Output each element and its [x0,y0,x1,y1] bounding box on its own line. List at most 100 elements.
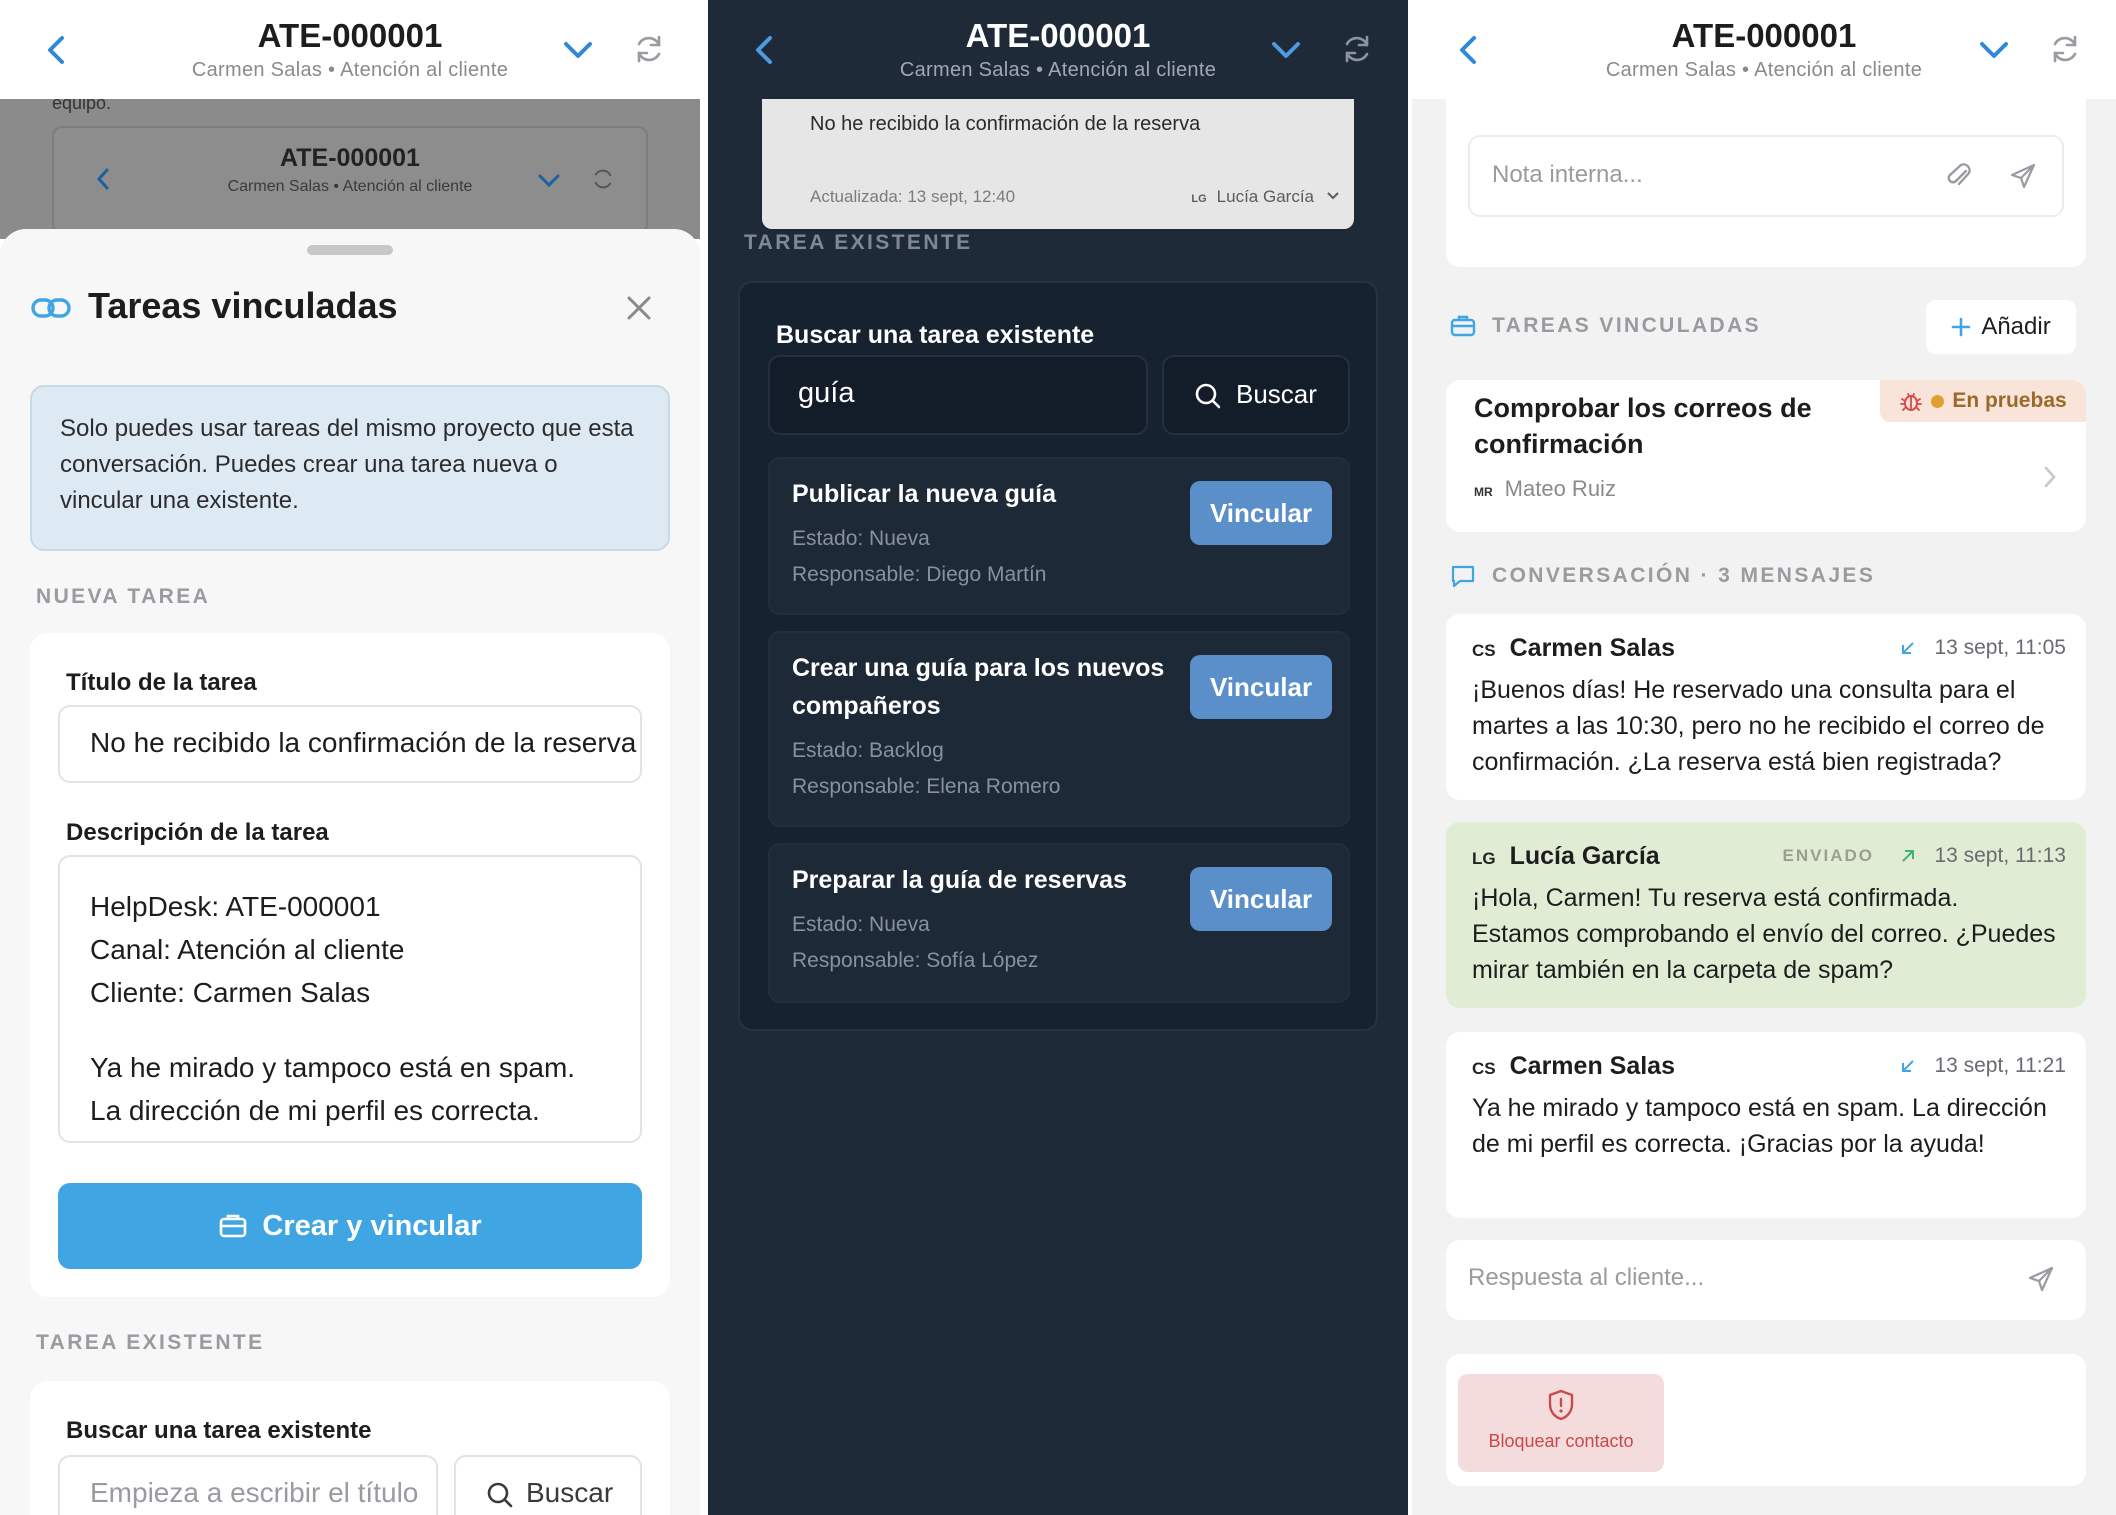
message-author: CS Carmen Salas [1472,1052,1675,1081]
sheet-title: Tareas vinculadas [88,285,398,326]
chevron-down-icon [538,174,560,188]
task-title-input[interactable]: No he recibido la confirmación de la res… [58,705,642,783]
result-owner: Responsable: Diego Martín [792,563,1047,586]
refresh-icon[interactable] [1340,32,1374,66]
ticket-header: ATE-000001 Carmen Salas • Atención al cl… [708,0,1408,99]
bug-icon [1900,393,1923,411]
task-description-textarea[interactable]: HelpDesk: ATE-000001 Canal: Atención al c… [58,855,642,1143]
search-result-item: Publicar la nueva guía Estado: Nueva Res… [768,457,1350,615]
paperclip-icon[interactable] [1946,161,1974,191]
new-task-section-title: NUEVA TAREA [36,585,211,608]
message-time-label: 13 sept, 11:21 [1934,1054,2066,1077]
author-initials: CS [1472,641,1496,660]
arrow-outgoing-icon [1902,850,1915,862]
block-contact-button[interactable]: Bloquear contacto [1458,1374,1664,1472]
search-existing-input[interactable]: guía [768,355,1148,435]
create-and-link-button[interactable]: Crear y vincular [58,1183,642,1269]
result-status: Estado: Nueva [792,527,930,550]
linked-task-assignee: MR Mateo Ruiz [1474,476,1616,502]
background-ticket-header: ATE-000001 Carmen Salas • Atención al cl… [52,126,648,234]
sheet-grabber[interactable] [307,245,393,255]
search-existing-input[interactable]: Empieza a escribir el título [58,1455,438,1515]
conversation-section-title: CONVERSACIÓN · 3 MENSAJES [1492,564,1876,587]
search-icon [1195,383,1221,409]
block-contact-label: Bloquear contacto [1488,1431,1634,1451]
description-line: Cliente: Carmen Salas [90,977,371,1008]
task-description-label: Descripción de la tarea [66,819,329,846]
search-button[interactable]: Buscar [1162,355,1350,435]
panel-linked-tasks-light: ATE-000001 Carmen Salas • Atención al cl… [0,0,700,1515]
existing-task-card: Buscar una tarea existente Empieza a esc… [30,1381,670,1515]
chevron-down-icon[interactable] [1268,34,1304,66]
refresh-icon [594,169,612,189]
reply-composer: Respuesta al cliente... [1446,1240,2086,1320]
reply-input[interactable]: Respuesta al cliente... [1468,1264,1704,1292]
background-task-text: No he recibido la confirmación de la res… [810,113,1201,135]
message-time-label: 13 sept, 11:05 [1934,636,2066,659]
description-line: Ya he mirado y tampoco está en spam. [90,1052,576,1083]
link-task-button[interactable]: Vincular [1190,481,1332,545]
result-status: Estado: Backlog [792,739,944,762]
linked-task-title: Comprobar los correos de confirmación [1474,393,1812,459]
panel-ticket-detail: ATE-000001 Carmen Salas • Atención al cl… [1412,0,2116,1515]
assignee-name: Mateo Ruiz [1504,476,1616,501]
search-icon [487,1482,513,1508]
message-time: 13 sept, 11:13 [1900,844,2066,868]
background-ticket-id: ATE-000001 [280,144,420,172]
status-label: En pruebas [1952,389,2067,412]
send-icon[interactable] [2008,161,2038,191]
panel-divider [700,0,708,1515]
search-result-item: Crear una guía para los nuevos compañero… [768,631,1350,827]
refresh-icon[interactable] [2048,32,2082,66]
author-name: Lucía García [1509,842,1660,870]
description-line: Canal: Atención al cliente [90,934,405,965]
search-existing-label: Buscar una tarea existente [66,1417,372,1444]
send-icon[interactable] [2026,1264,2056,1294]
arrow-incoming-icon [1902,1060,1915,1072]
background-task-card: No he recibido la confirmación de la res… [762,99,1354,229]
chevron-down-icon[interactable] [560,34,596,66]
message-time-label: 13 sept, 11:13 [1934,844,2066,867]
chevron-down-icon [1327,192,1339,200]
existing-task-box: Buscar una tarea existente guía Buscar P… [738,281,1378,1031]
message-time: 13 sept, 11:21 [1900,1054,2066,1078]
chat-icon [1451,565,1475,588]
assignee-name: Lucía García [1216,187,1314,206]
create-and-link-label: Crear y vincular [262,1209,482,1242]
internal-note-input[interactable]: Nota interna... [1468,135,2064,217]
internal-note-card: Nota interna... [1446,99,2086,267]
description-line [90,1014,610,1046]
assignee-initials: LG [1191,193,1207,205]
add-task-button[interactable]: Añadir [1926,300,2076,354]
status-dot [1931,394,1945,408]
status-badge: En pruebas [1880,380,2086,422]
description-line: La dirección de mi perfil es correcta. [90,1095,540,1126]
new-task-card: Título de la tarea No he recibido la con… [30,633,670,1297]
result-owner: Responsable: Sofía López [792,949,1039,972]
close-icon[interactable] [624,293,654,323]
linked-tasks-section-title: TAREAS VINCULADAS [1492,314,1762,337]
result-owner: Responsable: Elena Romero [792,775,1061,798]
author-name: Carmen Salas [1509,634,1675,662]
info-notice: Solo puedes usar tareas del mismo proyec… [30,385,670,551]
search-result-item: Preparar la guía de reservas Estado: Nue… [768,843,1350,1003]
plus-icon [1952,317,1971,337]
search-button[interactable]: Buscar [454,1455,642,1515]
briefcase-icon [1450,315,1476,337]
author-name: Carmen Salas [1509,1052,1675,1080]
sent-tag: ENVIADO [1782,846,1874,865]
link-task-button[interactable]: Vincular [1190,655,1332,719]
chevron-down-icon[interactable] [1976,34,2012,66]
ticket-header: ATE-000001 Carmen Salas • Atención al cl… [1412,0,2116,99]
background-task-assignee: LG Lucía García [1191,187,1339,207]
author-initials: CS [1472,1059,1496,1078]
panel-existing-task-search-dark: ATE-000001 Carmen Salas • Atención al cl… [708,0,1408,1515]
refresh-icon[interactable] [632,32,666,66]
existing-task-section-title: TAREA EXISTENTE [744,231,973,254]
link-task-button[interactable]: Vincular [1190,867,1332,931]
message-author: CS Carmen Salas [1472,634,1675,663]
message-time: 13 sept, 11:05 [1900,636,2066,660]
linked-task-item[interactable]: Comprobar los correos de confirmación En… [1446,380,2086,532]
result-title: Crear una guía para los nuevos compañero… [792,654,1165,720]
arrow-incoming-icon [1902,642,1915,654]
